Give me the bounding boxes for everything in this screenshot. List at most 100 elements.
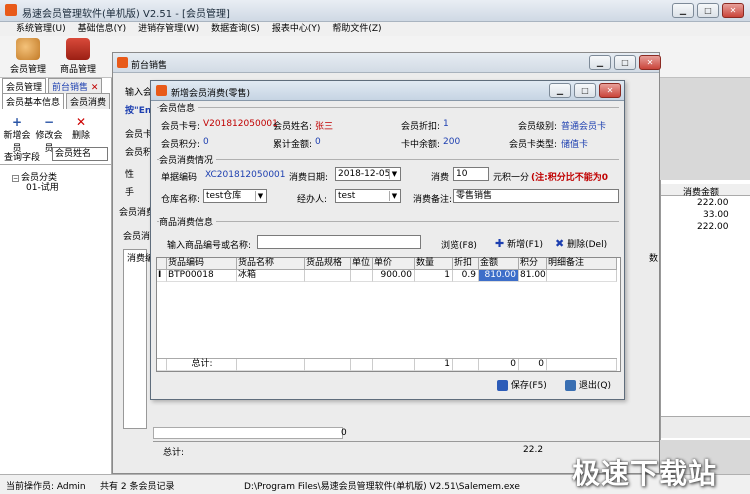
col-header[interactable]: 单位	[351, 258, 373, 270]
dialog-close-icon[interactable]: ✕	[599, 83, 621, 98]
remark-input[interactable]: 零售销售	[453, 189, 619, 203]
level-value: 普通会员卡	[561, 122, 607, 132]
goods-mgmt-button[interactable]: 商品管理	[56, 38, 100, 75]
cell-discount[interactable]: 0.9	[453, 270, 479, 282]
right-grid-row[interactable]: 222.00	[697, 198, 729, 208]
total-amount-label: 累计金额:	[273, 140, 313, 150]
remark-label: 消费备注:	[413, 195, 453, 205]
bg-input-label: 输入会	[125, 88, 153, 98]
right-grid-header: 消费金额	[683, 188, 720, 198]
col-header[interactable]: 数量	[415, 258, 453, 270]
col-header[interactable]: 货品编码	[167, 258, 237, 270]
col-header[interactable]: 货品规格	[305, 258, 351, 270]
bg-minimize-icon[interactable]: ▁	[589, 55, 611, 70]
goods-icon	[66, 38, 90, 60]
left-panel: 会员管理 前台销售 ✕ 会员基本信息 会员消费 + 新增会员 − 修改会员 ✕ 删除 …	[0, 78, 112, 474]
cell-unit[interactable]	[351, 270, 373, 282]
col-header[interactable]: 金额	[479, 258, 519, 270]
menu-bar: 系统管理(U) 基础信息(Y) 进销存管理(W) 数据查询(S) 报表中心(Y)…	[0, 22, 750, 36]
cell-note[interactable]	[547, 270, 617, 282]
date-picker[interactable]: 2018-12-05 ▼	[335, 167, 401, 181]
col-header[interactable]: 明细备注	[547, 258, 617, 270]
col-header[interactable]: 货品名称	[237, 258, 305, 270]
balance-label: 卡中余额:	[401, 140, 441, 150]
dialog-minimize-icon[interactable]: ▁	[549, 83, 571, 98]
tree-child[interactable]: 01-试用	[26, 180, 59, 193]
goods-input-label: 输入商品编号或名称:	[167, 241, 252, 251]
bg-close-icon[interactable]: ✕	[639, 55, 661, 70]
cell-qty[interactable]: 1	[415, 270, 453, 282]
name-value: 张三	[315, 122, 334, 132]
cell-price[interactable]: 900.00	[373, 270, 415, 282]
minus-icon: −	[43, 115, 55, 129]
menu-system[interactable]: 系统管理(U)	[16, 22, 66, 36]
tab-front-sales[interactable]: 前台销售 ✕	[48, 78, 103, 94]
bg-points-label: 会员积	[125, 148, 153, 158]
dropdown-arrow-icon[interactable]: ▼	[389, 191, 399, 201]
cell-spec[interactable]	[305, 270, 351, 282]
dropdown-arrow-icon[interactable]: ▼	[255, 191, 265, 201]
tab-member-mgmt[interactable]: 会员管理	[2, 78, 47, 94]
bg-gender-label: 性	[125, 170, 135, 180]
table-row[interactable]: I BTP00018 冰箱 900.00 1 0.9 810.00 81.00	[157, 270, 617, 282]
tree-toggle-icon[interactable]: −	[12, 175, 19, 182]
right-grid-row[interactable]: 33.00	[703, 210, 729, 220]
tab-basic-info[interactable]: 会员基本信息	[2, 93, 65, 109]
front-sales-titlebar: 前台销售 ▁ □ ✕	[113, 53, 661, 73]
tab-consume[interactable]: 会员消费	[66, 93, 111, 109]
discount-value: 1	[443, 119, 449, 129]
delete-goods-button[interactable]: ✖ 删除(Del)	[555, 237, 607, 250]
warehouse-select[interactable]: test仓库 ▼	[203, 189, 267, 203]
cell-name[interactable]: 冰箱	[237, 270, 305, 282]
col-header[interactable]: 折扣	[453, 258, 479, 270]
minimize-icon[interactable]: ▁	[672, 3, 694, 18]
exit-button[interactable]: 退出(Q)	[565, 378, 611, 391]
bg-total-label: 总计:	[163, 448, 185, 458]
handler-select[interactable]: test ▼	[335, 189, 401, 203]
save-button[interactable]: 保存(F5)	[497, 378, 547, 391]
consume-per-point-input[interactable]: 10	[453, 167, 489, 181]
bg-col-extra: 数	[649, 254, 659, 264]
right-consume-grid: 消费金额 222.00 33.00 222.00	[660, 180, 750, 440]
menu-reports[interactable]: 报表中心(Y)	[272, 22, 321, 36]
menu-help[interactable]: 帮助文件(Z)	[332, 22, 381, 36]
menu-basic-info[interactable]: 基础信息(Y)	[78, 22, 127, 36]
member-mgmt-button[interactable]: 会员管理	[6, 38, 50, 75]
query-field-select[interactable]: 会员姓名	[52, 147, 108, 161]
dialog-maximize-icon[interactable]: □	[574, 83, 596, 98]
points-label: 会员积分:	[161, 140, 201, 150]
cell-amount[interactable]: 810.00	[479, 270, 519, 282]
date-label: 消费日期:	[289, 173, 329, 183]
goods-search-input[interactable]	[257, 235, 421, 249]
col-header[interactable]: 积分	[519, 258, 547, 270]
maximize-icon[interactable]: □	[697, 3, 719, 18]
card-no-value: V201812050001	[203, 119, 278, 129]
cell-code[interactable]: BTP00018	[167, 270, 237, 282]
balance-value: 200	[443, 137, 461, 147]
app-logo-icon	[5, 4, 17, 16]
app-title: 易速会员管理软件(单机版) V2.51 - [会员管理]	[22, 9, 230, 20]
card-type-value: 储值卡	[561, 140, 589, 150]
bg-maximize-icon[interactable]: □	[614, 55, 636, 70]
menu-query[interactable]: 数据查询(S)	[211, 22, 260, 36]
discount-label: 会员折扣:	[401, 122, 441, 132]
bg-bottom-value: 22.2	[523, 445, 544, 455]
right-grid-row[interactable]: 222.00	[697, 222, 729, 232]
col-header[interactable]: 单价	[373, 258, 415, 270]
close-tab-icon[interactable]: ✕	[91, 83, 99, 93]
new-consume-dialog: 新增会员消费(零售) ▁ □ ✕ 会员信息 会员卡号: V20181205000…	[150, 80, 625, 400]
x-icon: ✖	[555, 237, 565, 250]
close-icon[interactable]: ✕	[722, 3, 744, 18]
browse-button[interactable]: 浏览(F8)	[441, 238, 477, 251]
total-amount-value: 0	[315, 137, 321, 147]
x-icon: ✕	[75, 115, 87, 129]
add-member-button[interactable]: + 新增会员	[2, 116, 32, 154]
plus-icon: ✚	[495, 237, 505, 250]
points-value: 0	[203, 137, 209, 147]
dropdown-arrow-icon[interactable]: ▼	[389, 169, 399, 179]
menu-inventory[interactable]: 进销存管理(W)	[138, 22, 199, 36]
bg-hand-label: 手	[125, 188, 135, 198]
total-points: 0	[519, 359, 547, 371]
cell-points[interactable]: 81.00	[519, 270, 547, 282]
add-goods-button[interactable]: ✚ 新增(F1)	[495, 237, 543, 250]
